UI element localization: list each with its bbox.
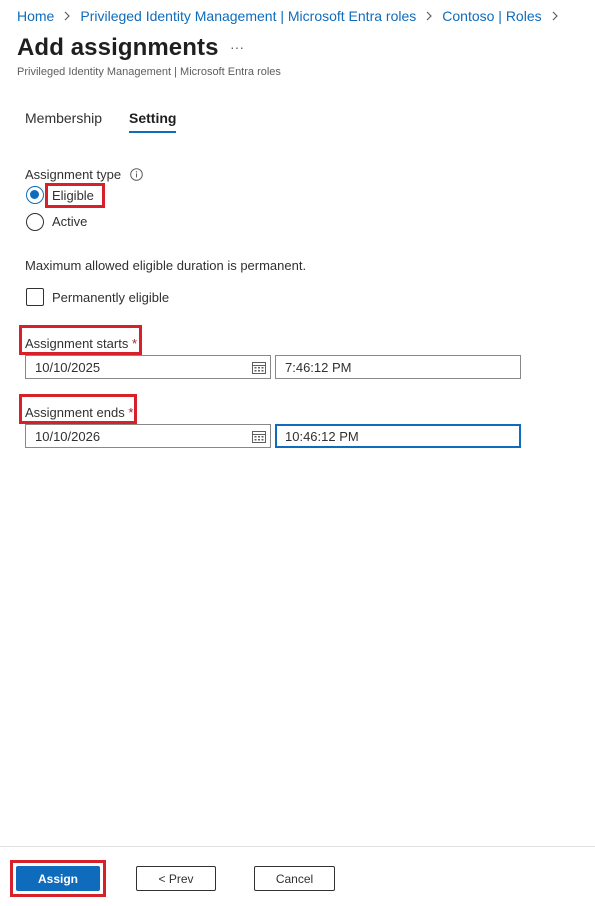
footer-divider xyxy=(0,846,595,847)
breadcrumb-contoso-roles[interactable]: Contoso | Roles xyxy=(442,8,541,24)
assignment-type-label: Assignment type xyxy=(25,167,122,182)
tab-setting[interactable]: Setting xyxy=(129,110,176,126)
page-title: Add assignments xyxy=(17,34,219,61)
tab-selected-indicator xyxy=(129,131,176,133)
start-date-input[interactable]: 10/10/2025 xyxy=(25,355,271,379)
breadcrumb: Home Privileged Identity Management | Mi… xyxy=(17,7,568,25)
breadcrumb-home[interactable]: Home xyxy=(17,8,54,24)
permanently-eligible-checkbox[interactable] xyxy=(26,288,44,306)
required-mark: * xyxy=(128,405,134,420)
more-options-button[interactable]: ··· xyxy=(228,38,246,56)
duration-note: Maximum allowed eligible duration is per… xyxy=(25,258,307,273)
permanently-eligible-label[interactable]: Permanently eligible xyxy=(52,290,169,305)
required-mark: * xyxy=(131,336,138,351)
active-radio[interactable] xyxy=(26,213,44,231)
end-time-input[interactable]: 10:46:12 PM xyxy=(275,424,521,448)
eligible-radio[interactable] xyxy=(26,186,44,204)
chevron-right-icon xyxy=(63,11,71,21)
assignment-starts-label: Assignment starts * xyxy=(25,336,137,351)
tab-membership[interactable]: Membership xyxy=(25,110,102,126)
eligible-radio-label[interactable]: Eligible xyxy=(52,188,94,203)
assignment-ends-label: Assignment ends * xyxy=(25,405,133,420)
end-date-value: 10/10/2026 xyxy=(35,428,101,444)
chevron-right-icon xyxy=(551,11,559,21)
info-icon[interactable] xyxy=(130,168,143,181)
end-time-value: 10:46:12 PM xyxy=(285,428,359,444)
breadcrumb-pim[interactable]: Privileged Identity Management | Microso… xyxy=(80,8,416,24)
calendar-icon[interactable] xyxy=(252,430,266,443)
prev-button[interactable]: < Prev xyxy=(136,866,216,891)
start-time-value: 7:46:12 PM xyxy=(285,359,352,375)
assignment-starts-text: Assignment starts xyxy=(25,336,129,351)
assignment-ends-text: Assignment ends xyxy=(25,405,125,420)
calendar-icon[interactable] xyxy=(252,361,266,374)
page-subtitle: Privileged Identity Management | Microso… xyxy=(17,66,281,78)
assign-button[interactable]: Assign xyxy=(16,866,100,891)
chevron-right-icon xyxy=(425,11,433,21)
end-date-input[interactable]: 10/10/2026 xyxy=(25,424,271,448)
cancel-button[interactable]: Cancel xyxy=(254,866,335,891)
start-time-input[interactable]: 7:46:12 PM xyxy=(275,355,521,379)
active-radio-label[interactable]: Active xyxy=(52,214,87,229)
start-date-value: 10/10/2025 xyxy=(35,359,101,375)
